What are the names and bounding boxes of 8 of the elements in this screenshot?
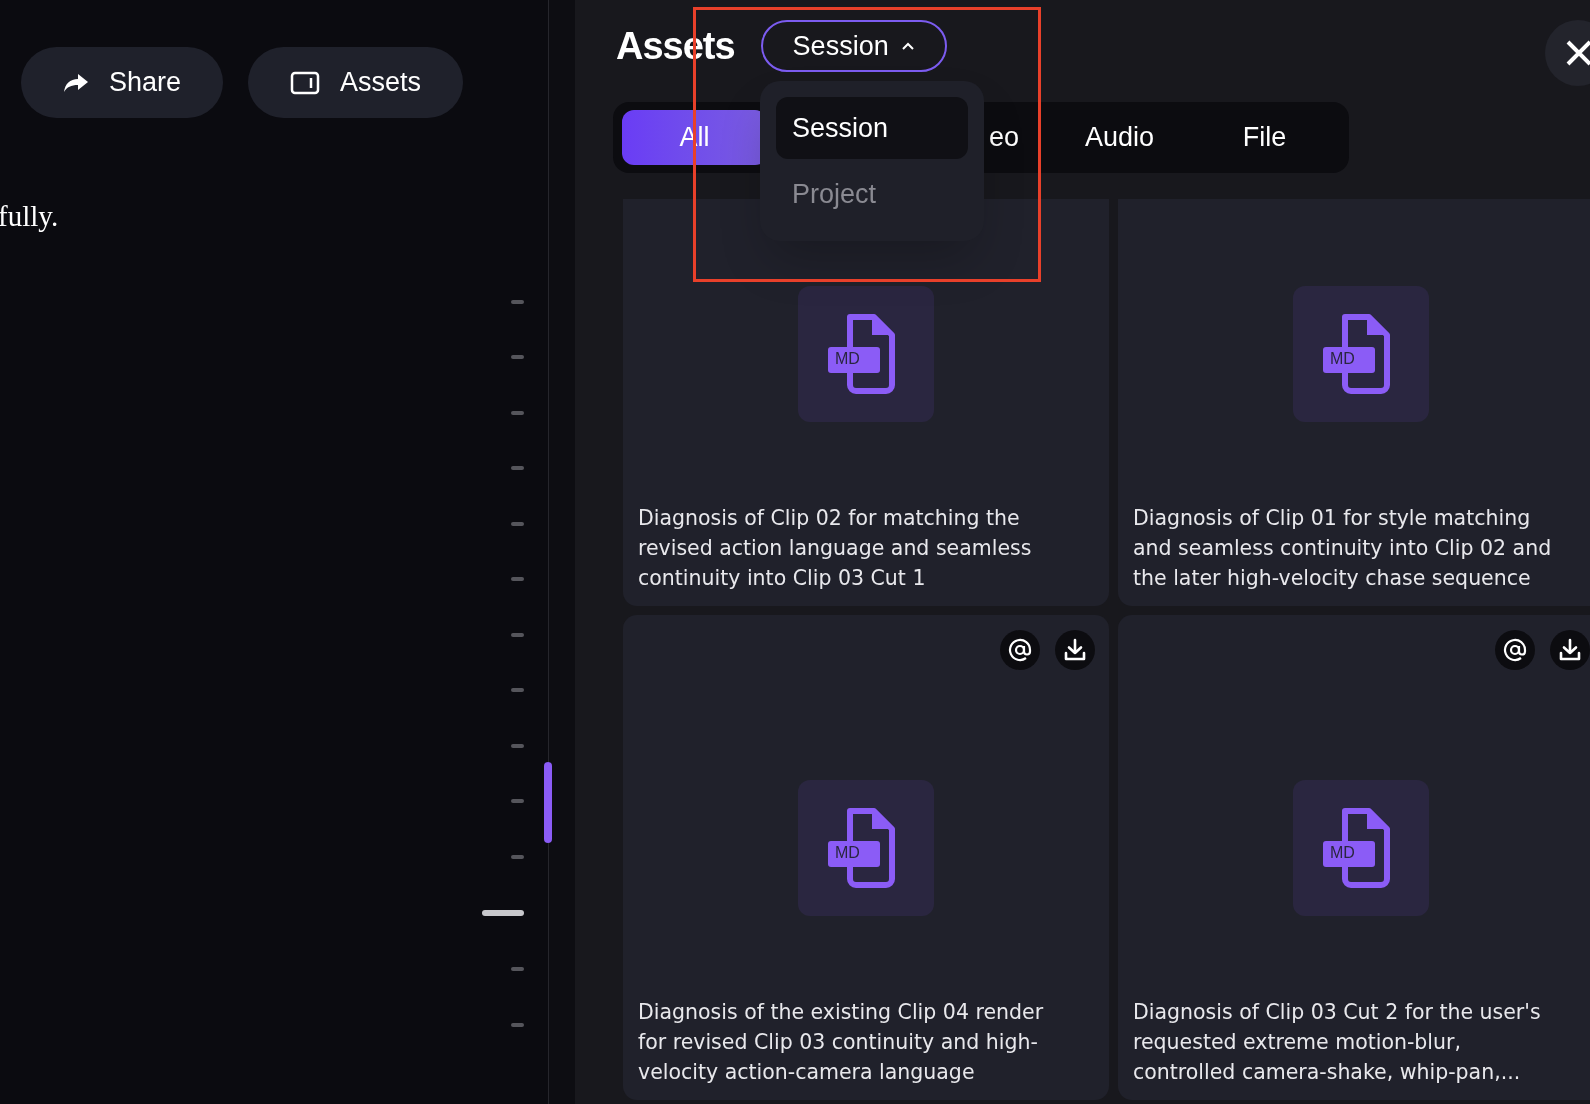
- asset-title: Diagnosis of Clip 02 for matching the revised action language and seamless continuity into Clip 03 Cut 1: [638, 505, 1033, 592]
- asset-title: Diagnosis of the existing Clip 04 render for revised Clip 03 continuity and high- velocity action-camera language: [638, 999, 1045, 1086]
- file-type-label: MD: [1330, 844, 1355, 862]
- asset-title: Diagnosis of Clip 01 for style matching and seamless continuity into Clip 02 and the later high-velocity chase sequence: [1133, 505, 1553, 592]
- file-type-label: MD: [835, 350, 860, 368]
- file-type-label: MD: [835, 844, 860, 862]
- file-type-label: MD: [1330, 350, 1355, 368]
- asset-title: Diagnosis of Clip 03 Cut 2 for the user's requested extreme motion-blur, controlled camera-shake, whip-pan,...: [1133, 999, 1542, 1086]
